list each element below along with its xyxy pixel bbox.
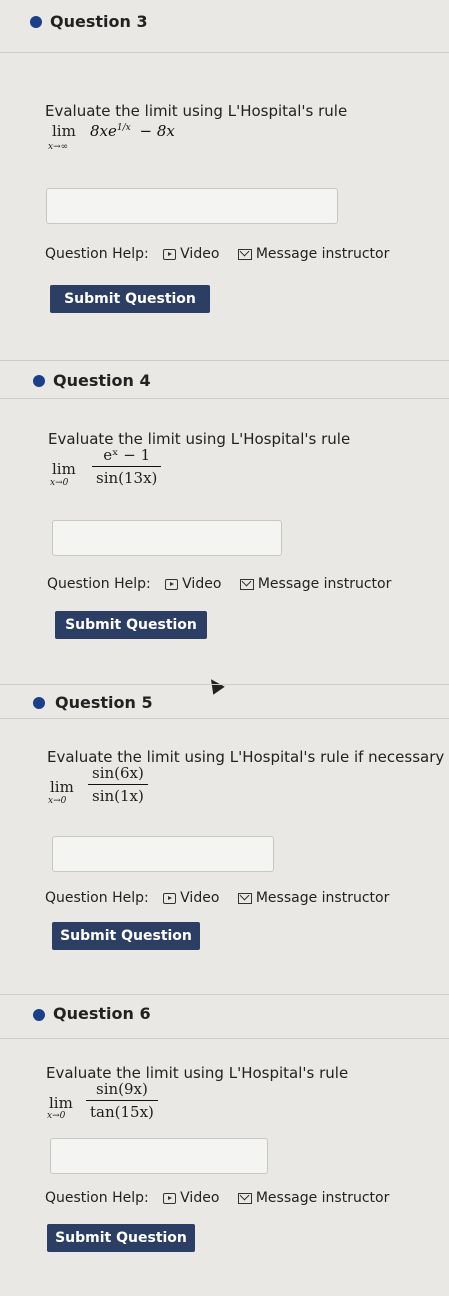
lim-subscript: x→∞: [48, 142, 69, 152]
lim-subscript: x→0: [50, 478, 69, 488]
fraction-numerator: sin(9x): [96, 1080, 148, 1098]
question-help: Question Help: Video Message instructor: [45, 1190, 403, 1206]
lim-operator: lim: [50, 778, 74, 796]
expr-base: 8xe: [90, 122, 117, 140]
video-link[interactable]: Video: [180, 1190, 219, 1206]
message-instructor-link[interactable]: Message instructor: [256, 246, 390, 262]
lim-subscript: x→0: [47, 1111, 66, 1121]
divider: [0, 398, 449, 399]
video-link[interactable]: Video: [180, 246, 219, 262]
answer-input[interactable]: [46, 188, 338, 224]
message-instructor-link[interactable]: Message instructor: [256, 1190, 390, 1206]
video-icon[interactable]: [163, 248, 177, 260]
divider: [0, 52, 449, 53]
expr-tail: − 8x: [139, 122, 175, 140]
question-title: Question 5: [55, 693, 153, 712]
submit-question-button[interactable]: Submit Question: [50, 285, 210, 313]
fraction-denominator: sin(1x): [92, 787, 144, 805]
message-icon[interactable]: [239, 578, 254, 590]
lim-operator: lim: [49, 1094, 73, 1112]
submit-question-button[interactable]: Submit Question: [52, 922, 200, 950]
question-4: Question 4 Evaluate the limit using L'Ho…: [0, 360, 449, 680]
message-icon[interactable]: [237, 248, 252, 260]
question-marker-icon: [30, 16, 42, 28]
question-marker-icon: [33, 375, 45, 387]
fraction-denominator: sin(13x): [96, 469, 158, 487]
fraction-bar: [88, 784, 148, 785]
math-expression: 8xe1/x − 8x: [90, 122, 175, 140]
video-link[interactable]: Video: [182, 576, 221, 592]
video-link[interactable]: Video: [180, 890, 219, 906]
fraction: sin(9x) tan(15x): [86, 1080, 158, 1121]
question-title: Question 4: [53, 371, 151, 390]
video-icon[interactable]: [163, 892, 177, 904]
question-marker-icon: [33, 697, 45, 709]
help-label: Question Help:: [47, 576, 151, 592]
answer-input[interactable]: [52, 836, 274, 872]
question-help: Question Help: Video Message instructor: [47, 576, 405, 592]
question-help: Question Help: Video Message instructor: [45, 890, 403, 906]
message-instructor-link[interactable]: Message instructor: [256, 890, 390, 906]
answer-input[interactable]: [50, 1138, 268, 1174]
divider: [0, 1038, 449, 1039]
divider: [0, 718, 449, 719]
message-instructor-link[interactable]: Message instructor: [258, 576, 392, 592]
fraction-bar: [92, 466, 162, 467]
video-icon[interactable]: [163, 1192, 177, 1204]
question-marker-icon: [33, 1009, 45, 1021]
question-title: Question 6: [53, 1004, 151, 1023]
fraction-denominator: tan(15x): [90, 1103, 154, 1121]
fraction-numerator: sin(6x): [92, 764, 144, 782]
lim-operator: lim: [52, 460, 76, 478]
question-5: Question 5 Evaluate the limit using L'Ho…: [0, 684, 449, 994]
help-label: Question Help:: [45, 246, 149, 262]
message-icon[interactable]: [237, 892, 252, 904]
fraction-bar: [86, 1100, 158, 1101]
help-label: Question Help:: [45, 1190, 149, 1206]
question-3: Question 3 Evaluate the limit using L'Ho…: [0, 0, 449, 345]
question-6: Question 6 Evaluate the limit using L'Ho…: [0, 994, 449, 1296]
question-title: Question 3: [50, 12, 148, 31]
lim-operator: lim: [52, 122, 76, 140]
help-label: Question Help:: [45, 890, 149, 906]
question-prompt: Evaluate the limit using L'Hospital's ru…: [45, 102, 348, 120]
expr-exponent: 1/x: [116, 123, 131, 133]
submit-question-button[interactable]: Submit Question: [55, 611, 207, 639]
fraction-numerator: eˣ − 1: [103, 446, 151, 464]
fraction: sin(6x) sin(1x): [88, 764, 148, 805]
lim-subscript: x→0: [48, 796, 67, 806]
fraction: eˣ − 1 sin(13x): [92, 446, 162, 487]
video-icon[interactable]: [165, 578, 179, 590]
submit-question-button[interactable]: Submit Question: [47, 1224, 195, 1252]
question-help: Question Help: Video Message instructor: [45, 246, 403, 262]
message-icon[interactable]: [237, 1192, 252, 1204]
answer-input[interactable]: [52, 520, 282, 556]
